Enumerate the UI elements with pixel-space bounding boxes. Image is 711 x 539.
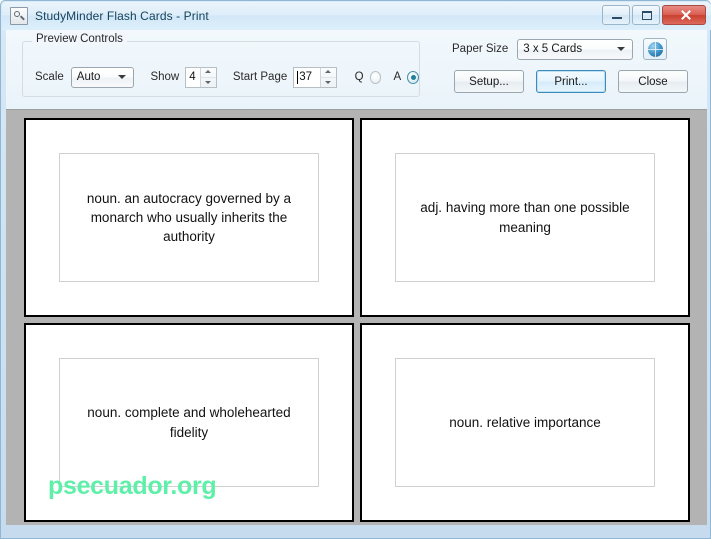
- flash-card-3-text: noun. complete and wholehearted fidelity: [87, 405, 291, 440]
- scale-label: Scale: [35, 71, 64, 83]
- answer-radio-label: A: [393, 71, 402, 83]
- paper-size-label: Paper Size: [452, 43, 509, 55]
- action-buttons: Setup... Print... Close: [454, 70, 688, 93]
- answer-radio[interactable]: [407, 70, 419, 84]
- paper-size-row: Paper Size 3 x 5 Cards: [452, 38, 668, 60]
- flash-card-2-text: adj. having more than one possible meani…: [420, 200, 630, 235]
- print-button[interactable]: Print...: [536, 70, 606, 93]
- title-bar[interactable]: StudyMinder Flash Cards - Print: [2, 2, 711, 30]
- paper-size-value: 3 x 5 Cards: [523, 43, 583, 55]
- toolbar: Preview Controls Scale Auto Show 4 Start…: [6, 30, 707, 109]
- flash-card-3: noun. complete and wholehearted fidelity: [59, 358, 319, 487]
- minimize-button[interactable]: [602, 5, 630, 25]
- preview-page-2[interactable]: adj. having more than one possible meani…: [360, 118, 690, 317]
- print-preview-area[interactable]: noun. an autocracy governed by a monarch…: [6, 109, 707, 525]
- text-caret: [297, 70, 299, 84]
- watermark: psecuador.org: [48, 472, 217, 500]
- preview-controls-label: Preview Controls: [32, 33, 127, 45]
- maximize-button[interactable]: [632, 5, 660, 25]
- start-page-stepper[interactable]: 37: [293, 66, 337, 88]
- show-stepper-down-icon[interactable]: [201, 78, 216, 87]
- flash-card-1: noun. an autocracy governed by a monarch…: [59, 153, 319, 282]
- start-page-field[interactable]: 37: [294, 68, 319, 87]
- question-radio[interactable]: [369, 70, 382, 84]
- help-button[interactable]: [643, 38, 668, 60]
- flash-card-1-text: noun. an autocracy governed by a monarch…: [86, 190, 292, 245]
- window-title: StudyMinder Flash Cards - Print: [35, 9, 209, 23]
- preview-page-3[interactable]: noun. complete and wholehearted fidelity…: [24, 323, 354, 522]
- chevron-down-icon: [118, 75, 127, 79]
- start-page-value: 37: [299, 71, 313, 83]
- setup-button[interactable]: Setup...: [454, 70, 524, 93]
- preview-controls-group: Preview Controls Scale Auto Show 4 Start…: [22, 33, 420, 97]
- preview-page-4[interactable]: noun. relative importance: [360, 323, 690, 522]
- preview-controls-row: Scale Auto Show 4 Start Page 37 Q A: [23, 64, 419, 90]
- show-stepper-buttons: [199, 67, 216, 87]
- maximize-icon: [642, 11, 652, 20]
- flash-card-2: adj. having more than one possible meani…: [395, 153, 655, 282]
- minimize-icon: [612, 17, 622, 19]
- show-label: Show: [150, 71, 180, 83]
- show-stepper-up-icon[interactable]: [200, 68, 216, 78]
- scale-combobox[interactable]: Auto: [70, 66, 135, 88]
- flash-card-4: noun. relative importance: [395, 358, 655, 487]
- flash-card-4-text: noun. relative importance: [449, 414, 601, 430]
- close-button[interactable]: [662, 5, 706, 25]
- preview-page-1[interactable]: noun. an autocracy governed by a monarch…: [24, 118, 354, 317]
- start-page-stepper-up-icon[interactable]: [320, 68, 336, 78]
- print-preview-icon: [10, 7, 28, 25]
- application-window: StudyMinder Flash Cards - Print Preview …: [0, 0, 711, 539]
- start-page-label: Start Page: [232, 71, 288, 83]
- close-dialog-button[interactable]: Close: [618, 70, 688, 93]
- scale-combobox-value: Auto: [76, 71, 101, 83]
- show-stepper-value[interactable]: 4: [186, 68, 200, 87]
- chevron-down-icon: [617, 47, 626, 51]
- show-stepper[interactable]: 4: [185, 66, 217, 88]
- start-page-stepper-buttons: [319, 67, 336, 87]
- window-controls: [602, 5, 706, 25]
- globe-help-icon: [647, 41, 663, 57]
- question-radio-label: Q: [354, 71, 364, 83]
- paper-size-combobox[interactable]: 3 x 5 Cards: [517, 38, 634, 60]
- start-page-stepper-down-icon[interactable]: [321, 78, 336, 87]
- close-icon: [663, 6, 705, 24]
